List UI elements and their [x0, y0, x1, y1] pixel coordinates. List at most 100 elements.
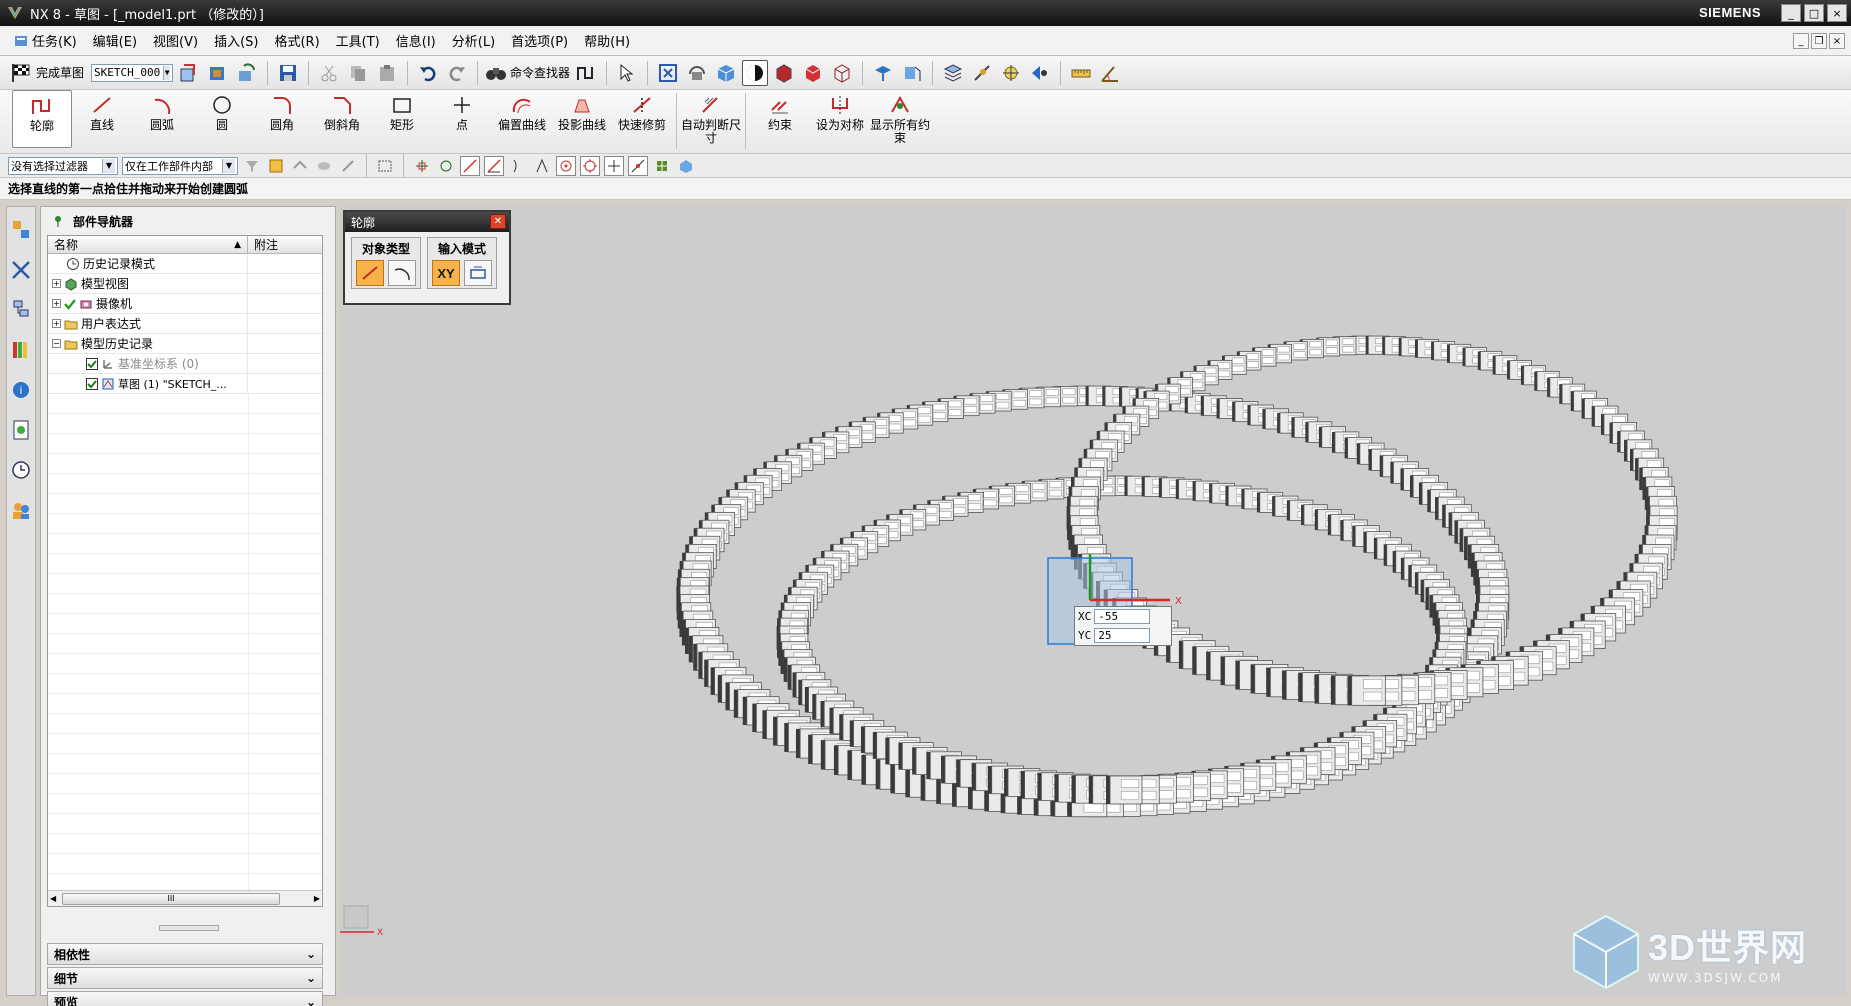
- object-type-line-button[interactable]: [356, 260, 384, 286]
- rectangle-select-button[interactable]: [375, 156, 395, 176]
- rotate-view-button[interactable]: [684, 60, 710, 86]
- profile-button[interactable]: 轮廓: [12, 90, 72, 148]
- shaded-with-edges-button[interactable]: [771, 60, 797, 86]
- snap-endpoint-button[interactable]: [412, 156, 432, 176]
- paste-button[interactable]: [374, 60, 400, 86]
- minimize-button[interactable]: _: [1781, 4, 1801, 22]
- circle-button[interactable]: 圆: [192, 90, 252, 148]
- update-model-button[interactable]: [234, 60, 260, 86]
- static-wireframe-button[interactable]: [829, 60, 855, 86]
- tree-row-model-views[interactable]: + 模型视图: [48, 274, 322, 294]
- menu-help[interactable]: 帮助(H): [576, 31, 638, 50]
- follow-selection-button[interactable]: [290, 156, 310, 176]
- column-name-header[interactable]: 名称 ▲: [48, 236, 248, 253]
- dependencies-panel[interactable]: 相依性 ⌄: [47, 943, 323, 965]
- snap-options-button[interactable]: [1027, 60, 1053, 86]
- show-all-constraints-button[interactable]: 显示所有约束: [870, 90, 930, 148]
- object-type-arc-button[interactable]: [388, 260, 416, 286]
- checkbox-checked-icon[interactable]: [86, 377, 98, 390]
- menu-edit[interactable]: 编辑(E): [85, 31, 145, 50]
- snap-midpoint-button[interactable]: [436, 156, 456, 176]
- fit-view-button[interactable]: [655, 60, 681, 86]
- tree-row-cameras[interactable]: + 摄像机: [48, 294, 322, 314]
- expand-icon[interactable]: +: [52, 299, 61, 308]
- snap-line-button[interactable]: [460, 155, 480, 176]
- snap-tangent-button[interactable]: [508, 156, 528, 176]
- arc-button[interactable]: 圆弧: [132, 90, 192, 148]
- snap-surface-button[interactable]: [676, 156, 696, 176]
- shaded-button[interactable]: [800, 60, 826, 86]
- undo-button[interactable]: [415, 60, 441, 86]
- type-filter-combo[interactable]: 没有选择过滤器 ▼: [8, 156, 118, 175]
- offset-curve-button[interactable]: 偏置曲线: [492, 90, 552, 148]
- scrollbar-thumb[interactable]: III: [62, 893, 280, 905]
- filter-reset-button[interactable]: [242, 156, 262, 176]
- menu-information[interactable]: 信息(I): [388, 31, 444, 50]
- orient-view-to-sketch-button[interactable]: [176, 60, 202, 86]
- measure-angle-button[interactable]: [1097, 60, 1123, 86]
- close-button[interactable]: ×: [1827, 4, 1847, 22]
- constraints-button[interactable]: 约束: [750, 90, 810, 148]
- yc-input[interactable]: 25: [1094, 628, 1151, 643]
- panel-splitter[interactable]: [159, 925, 219, 931]
- menu-preferences[interactable]: 首选项(P): [503, 31, 576, 50]
- copy-button[interactable]: [345, 60, 371, 86]
- scroll-left-arrow[interactable]: ◀: [50, 894, 56, 903]
- general-selection-button[interactable]: [266, 156, 286, 176]
- menu-format[interactable]: 格式(R): [266, 31, 327, 50]
- pin-icon[interactable]: [51, 214, 65, 228]
- wcs-button[interactable]: [969, 60, 995, 86]
- rectangle-button[interactable]: 矩形: [372, 90, 432, 148]
- horizontal-scrollbar[interactable]: ◀ III ▶: [48, 890, 322, 906]
- tree-row-model-history[interactable]: − 模型历史记录: [48, 334, 322, 354]
- graphics-window[interactable]: X Y X XC-55 YC25: [340, 206, 1846, 996]
- snap-quadrant-button[interactable]: [580, 155, 600, 176]
- doc-close-button[interactable]: ×: [1829, 33, 1845, 49]
- layer-settings-button[interactable]: [940, 60, 966, 86]
- tree-row-sketch[interactable]: 草图 (1) "SKETCH_...: [48, 374, 322, 394]
- snap-center-button[interactable]: [556, 155, 576, 176]
- redo-button[interactable]: [444, 60, 470, 86]
- doc-minimize-button[interactable]: _: [1793, 33, 1809, 49]
- selection-scope-combo[interactable]: 仅在工作部件内部 ▼: [122, 156, 238, 175]
- menu-task[interactable]: 任务(K): [6, 31, 85, 50]
- make-symmetric-button[interactable]: 设为对称: [810, 90, 870, 148]
- point-button[interactable]: 点: [432, 90, 492, 148]
- part-navigator-tab[interactable]: [8, 295, 34, 325]
- column-notes-header[interactable]: 附注: [248, 236, 322, 253]
- snap-grid-button[interactable]: [652, 156, 672, 176]
- sketch-name-combo[interactable]: SKETCH_000 ▼: [91, 63, 174, 82]
- snap-intersection-button[interactable]: [532, 156, 552, 176]
- expand-icon[interactable]: +: [52, 279, 61, 288]
- parameter-mode-button[interactable]: [464, 260, 492, 286]
- line-button[interactable]: 直线: [72, 90, 132, 148]
- measure-distance-button[interactable]: [1068, 60, 1094, 86]
- snap-existing-point-button[interactable]: [604, 155, 624, 176]
- tree-row-datum-csys[interactable]: 基准坐标系 (0): [48, 354, 322, 374]
- history-tab[interactable]: [8, 455, 34, 485]
- clip-section-button[interactable]: [899, 60, 925, 86]
- reattach-sketch-button[interactable]: [205, 60, 231, 86]
- preview-panel[interactable]: 预览 ⌄: [47, 991, 323, 1006]
- profile-toolbar-button[interactable]: [573, 60, 599, 86]
- tree-row-user-expressions[interactable]: + 用户表达式: [48, 314, 322, 334]
- inferred-dimension-button[interactable]: 自动判断尺寸: [681, 90, 741, 148]
- dialog-close-button[interactable]: ✕: [490, 214, 506, 229]
- menu-insert[interactable]: 插入(S): [206, 31, 266, 50]
- collapse-icon[interactable]: −: [52, 339, 61, 348]
- feature-curve-button[interactable]: [314, 156, 334, 176]
- assembly-navigator-tab[interactable]: [8, 215, 34, 245]
- visualization-button[interactable]: [870, 60, 896, 86]
- doc-restore-button[interactable]: ❐: [1811, 33, 1827, 49]
- profile-dialog-titlebar[interactable]: 轮廓 ✕: [345, 212, 509, 232]
- coordinate-mode-button[interactable]: XY: [432, 260, 460, 286]
- project-curve-button[interactable]: 投影曲线: [552, 90, 612, 148]
- fillet-button[interactable]: 圆角: [252, 90, 312, 148]
- menu-view[interactable]: 视图(V): [145, 31, 206, 50]
- render-style-button[interactable]: [742, 59, 769, 86]
- xc-input[interactable]: -55: [1094, 609, 1151, 624]
- roles-tab[interactable]: [8, 495, 34, 525]
- maximize-button[interactable]: □: [1804, 4, 1824, 22]
- menu-tools[interactable]: 工具(T): [328, 31, 388, 50]
- reuse-library-tab[interactable]: [8, 335, 34, 365]
